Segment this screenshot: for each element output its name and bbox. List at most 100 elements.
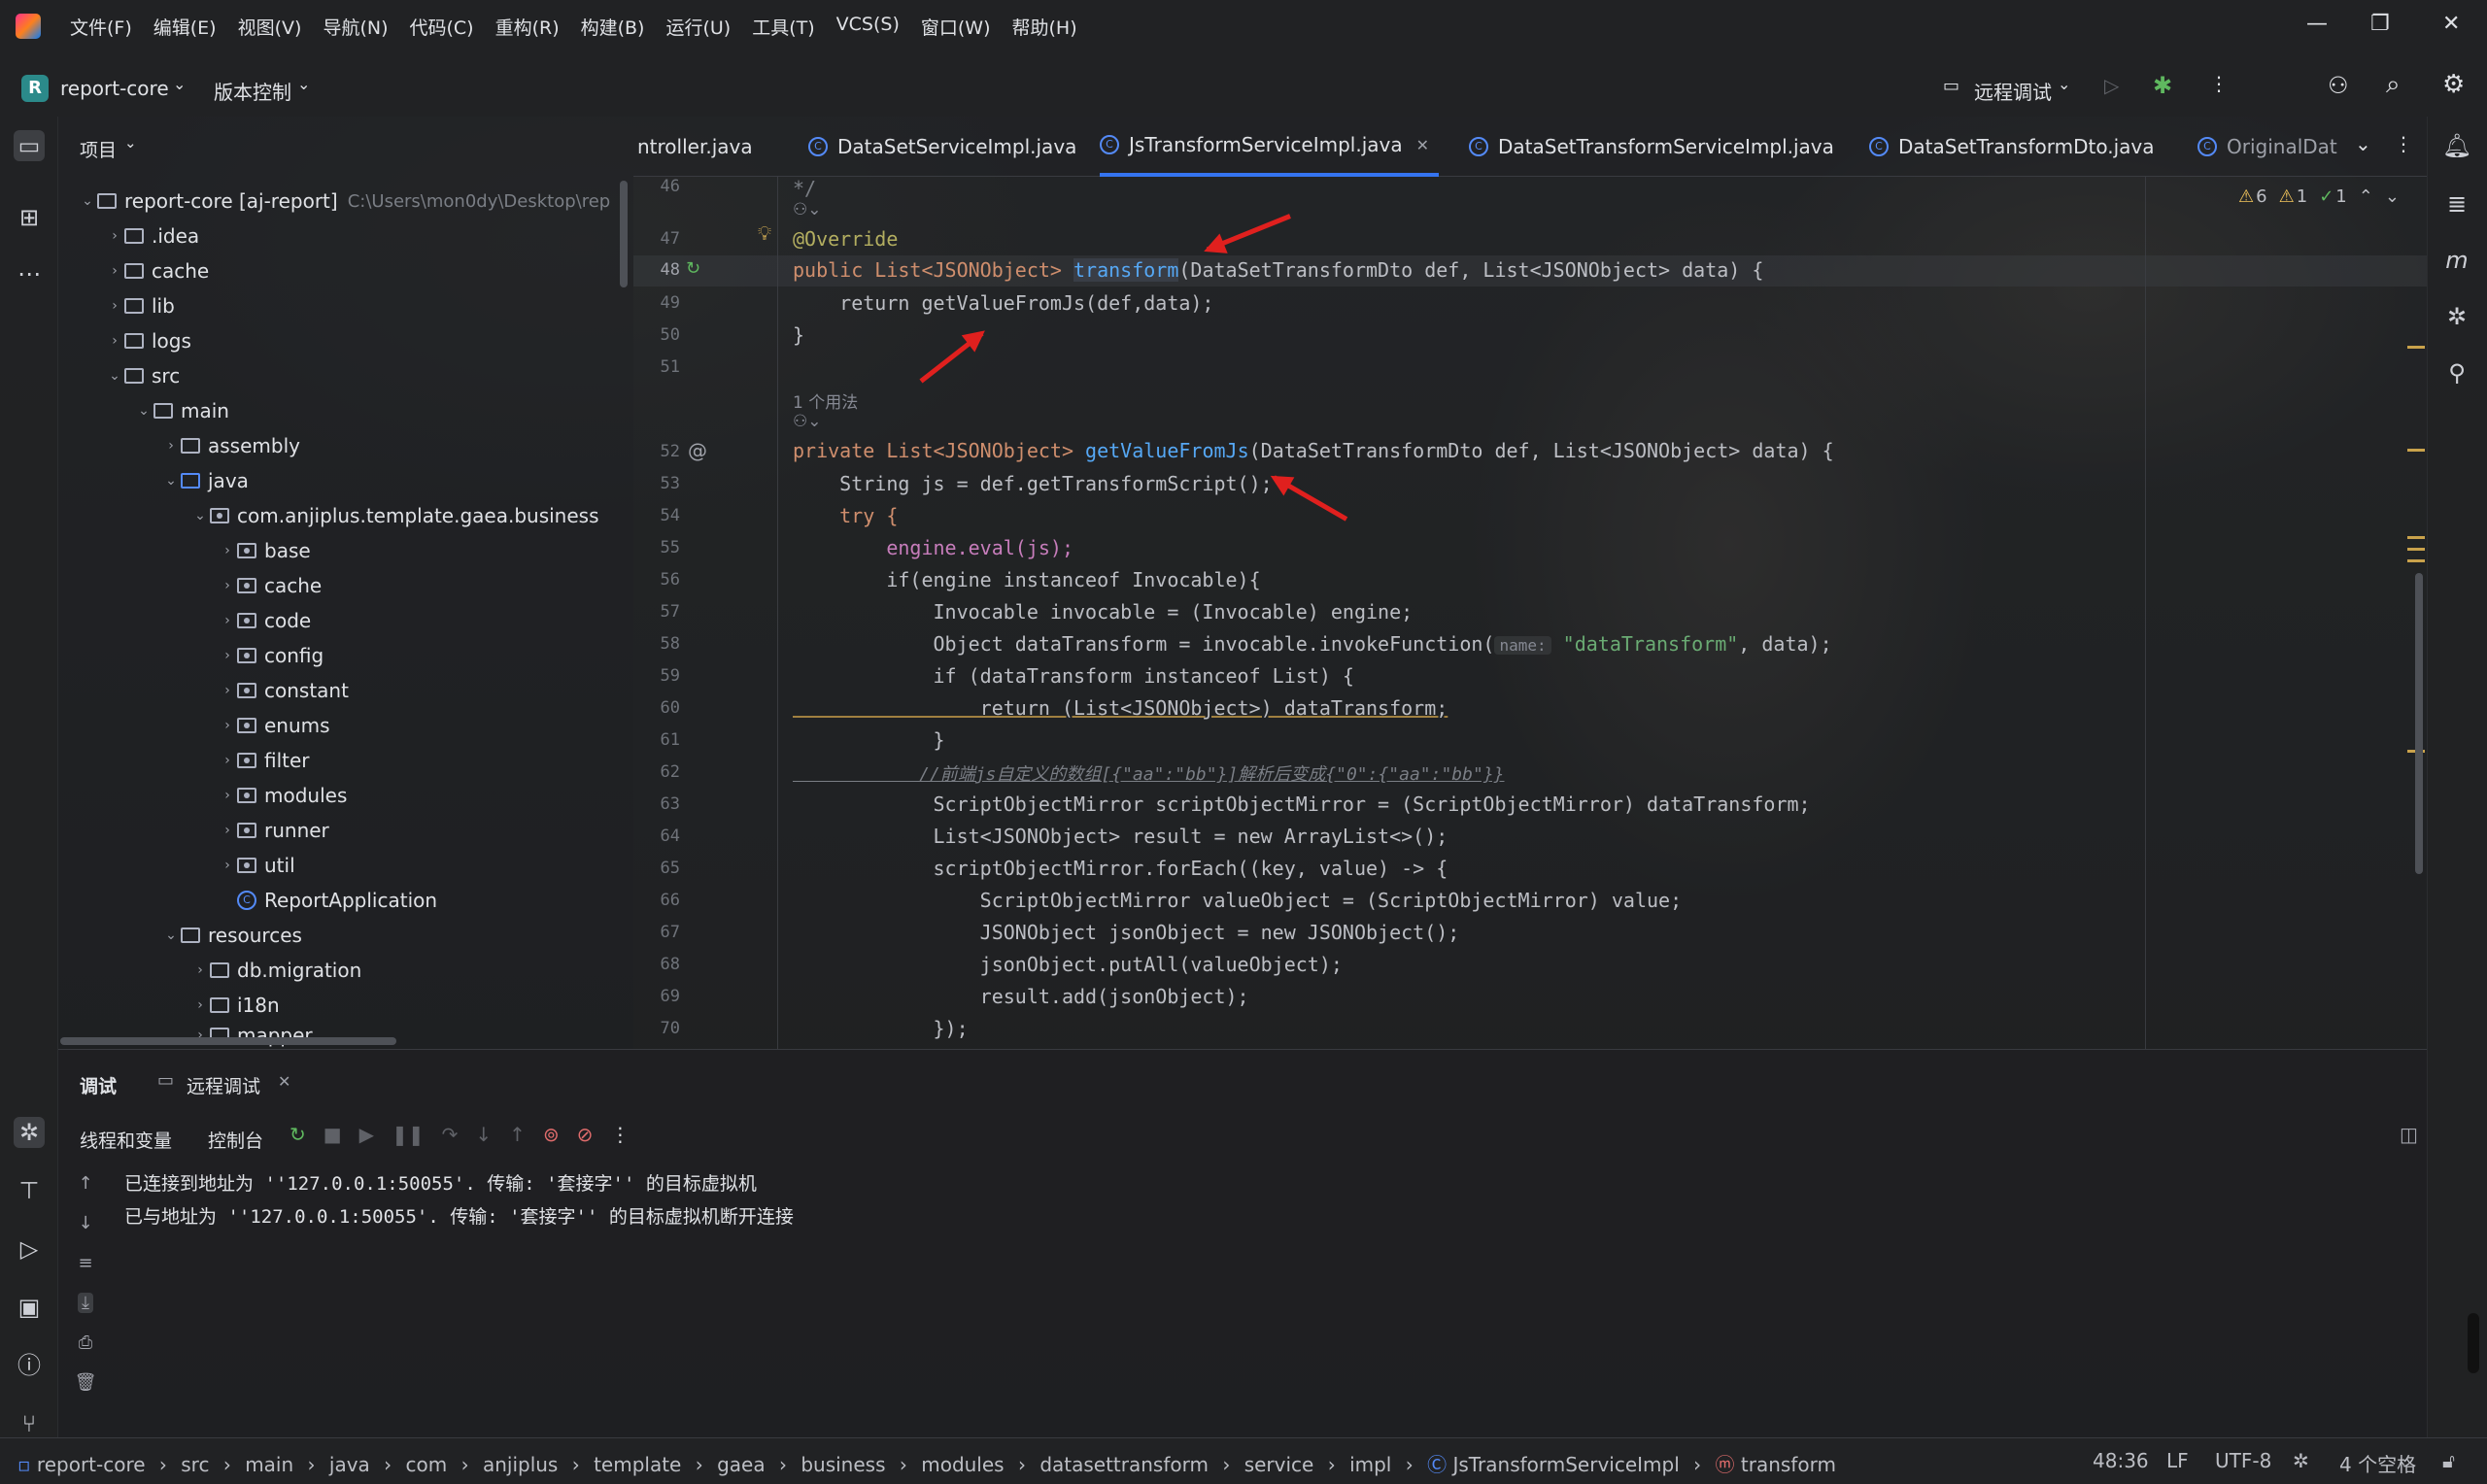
problems-tool-icon[interactable]: ⓘ <box>14 1350 45 1381</box>
hierarchy-icon[interactable]: ⚲ <box>2441 357 2472 388</box>
tree-root[interactable]: ⌄ report-core [aj-report] C:\Users\mon0d… <box>78 184 610 219</box>
tree-item-assembly[interactable]: › assembly <box>161 428 300 463</box>
tree-item-lib[interactable]: › lib <box>105 288 175 323</box>
file-encoding[interactable]: UTF-8 <box>2215 1449 2271 1472</box>
tabs-dropdown-icon[interactable]: ⌄ <box>2355 132 2371 155</box>
tree-item-package[interactable]: ⌄ com.anjiplus.template.gaea.business <box>190 498 598 533</box>
override-gutter-icon[interactable]: ↻ <box>686 258 700 279</box>
tab-controller[interactable]: ntroller.java <box>637 117 753 177</box>
tree-item-config[interactable]: › config <box>218 638 324 673</box>
chevron-down-icon[interactable]: ⌄ <box>2385 186 2400 207</box>
menu-refactor[interactable]: 重构(R) <box>495 14 560 40</box>
tab-datasetserviceimpl[interactable]: C DataSetServiceImpl.java <box>808 117 1076 177</box>
breadcrumb-item[interactable]: main <box>245 1453 293 1476</box>
git-tool-icon[interactable]: ⑂ <box>14 1408 45 1439</box>
step-over-icon[interactable]: ↷ <box>442 1123 459 1146</box>
down-arrow-icon[interactable]: ↓ <box>78 1213 92 1233</box>
breadcrumb-item[interactable]: src <box>181 1453 209 1476</box>
menu-build[interactable]: 构建(B) <box>581 14 645 40</box>
terminal-tool-icon[interactable]: ▣ <box>14 1292 45 1323</box>
maven-icon[interactable]: m <box>2441 245 2472 276</box>
usages-inlay[interactable]: 1 个用法 <box>793 388 858 413</box>
error-stripe-mark[interactable] <box>2407 449 2425 452</box>
menu-run[interactable]: 运行(U) <box>665 14 731 40</box>
close-window-icon[interactable]: ✕ <box>2442 12 2460 36</box>
layout-icon[interactable]: ◫ <box>2400 1123 2418 1146</box>
tree-item-constant[interactable]: › constant <box>218 673 349 708</box>
breadcrumb-item[interactable]: datasettransform <box>1039 1453 1209 1476</box>
mute-breakpoints-icon[interactable]: ⊘ <box>577 1123 594 1146</box>
pause-icon[interactable]: ❚❚ <box>392 1123 425 1146</box>
breadcrumb-item[interactable]: gaea <box>717 1453 766 1476</box>
tab-console[interactable]: 控制台 <box>208 1127 263 1153</box>
tree-item-logs[interactable]: › logs <box>105 323 191 358</box>
stop-icon[interactable]: ■ <box>324 1123 342 1146</box>
plugin-icon[interactable]: ✲ <box>2441 301 2472 332</box>
horizontal-scrollbar[interactable] <box>60 1037 396 1045</box>
tab-datasettransformdto[interactable]: C DataSetTransformDto.java <box>1869 117 2154 177</box>
chevron-up-icon[interactable]: ⌃ <box>2359 186 2373 207</box>
menu-vcs[interactable]: VCS(S) <box>836 14 900 40</box>
error-stripe-mark[interactable] <box>2407 346 2425 349</box>
lightbulb-icon[interactable]: 💡︎ <box>758 221 771 245</box>
breadcrumb-item[interactable]: com <box>406 1453 448 1476</box>
database-icon[interactable]: ≣ <box>2441 188 2472 219</box>
method-name-transform[interactable]: transform <box>1073 258 1179 282</box>
plugin-status-icon[interactable]: ✲ <box>2293 1449 2309 1472</box>
menu-help[interactable]: 帮助(H) <box>1012 14 1077 40</box>
tree-item-runner[interactable]: › runner <box>218 813 329 848</box>
breadcrumb-item[interactable]: modules <box>921 1453 1004 1476</box>
more-tools-icon[interactable]: ⋯ <box>14 258 45 289</box>
indent-setting[interactable]: 4 个空格 <box>2339 1449 2416 1477</box>
clear-icon[interactable]: 🗑︎ <box>75 1372 97 1393</box>
settings-icon[interactable]: ⚙ <box>2442 70 2465 99</box>
tree-item-modules[interactable]: › modules <box>218 778 347 813</box>
tree-item-main[interactable]: ⌄ main <box>134 393 229 428</box>
scroll-to-end-icon[interactable]: ⤓ <box>78 1293 93 1313</box>
project-panel-title[interactable]: 项目 <box>80 136 117 162</box>
tree-item-cache[interactable]: › cache <box>105 253 209 288</box>
tab-datasettransformserviceimpl[interactable]: C DataSetTransformServiceImpl.java <box>1469 117 1834 177</box>
breadcrumb-item[interactable]: java <box>329 1453 370 1476</box>
notifications-icon[interactable]: 🔔︎ <box>2441 130 2472 161</box>
menu-file[interactable]: 文件(F) <box>70 14 132 40</box>
error-stripe-mark[interactable] <box>2407 536 2425 539</box>
breadcrumb-item[interactable]: JsTransformServiceImpl <box>1452 1453 1679 1476</box>
menu-edit[interactable]: 编辑(E) <box>153 14 217 40</box>
more-icon[interactable]: ⋮ <box>610 1123 630 1146</box>
readonly-toggle-icon[interactable]: 🔓︎ <box>2442 1449 2455 1472</box>
error-stripe-mark[interactable] <box>2407 559 2425 562</box>
tree-item-i18n[interactable]: › i18n <box>190 988 280 1023</box>
line-separator[interactable]: LF <box>2166 1449 2189 1472</box>
debug-icon[interactable]: ✱ <box>2153 72 2172 99</box>
soft-wrap-icon[interactable]: ≡ <box>78 1253 92 1273</box>
tabs-more-icon[interactable]: ⋮ <box>2394 132 2413 155</box>
step-out-icon[interactable]: ↑ <box>509 1123 526 1146</box>
tree-item-code[interactable]: › code <box>218 603 311 638</box>
editor-scrollbar[interactable] <box>2415 573 2423 874</box>
services-tool-icon[interactable]: ▷ <box>14 1233 45 1265</box>
print-icon[interactable]: ⎙ <box>79 1332 92 1353</box>
search-icon[interactable]: ⌕ <box>2386 70 2401 100</box>
view-breakpoints-icon[interactable]: ⊚ <box>543 1123 560 1146</box>
structure-tool-icon[interactable]: ⊞ <box>14 202 45 233</box>
breadcrumb-item[interactable]: business <box>801 1453 885 1476</box>
project-selector[interactable]: report-core <box>60 77 169 100</box>
step-into-icon[interactable]: ↓ <box>475 1123 492 1146</box>
menu-code[interactable]: 代码(C) <box>409 14 473 40</box>
breadcrumb-item[interactable]: service <box>1244 1453 1314 1476</box>
tree-item-src[interactable]: ⌄ src <box>105 358 180 393</box>
tree-item-base[interactable]: › base <box>218 533 311 568</box>
caret-position[interactable]: 48:36 <box>2093 1449 2149 1472</box>
tree-item-idea[interactable]: › .idea <box>105 219 199 253</box>
tree-item-java[interactable]: ⌄ java <box>161 463 249 498</box>
vcs-menu[interactable]: 版本控制 <box>214 77 291 105</box>
run-icon[interactable]: ▷ <box>2104 74 2119 97</box>
tree-item-reportapplication[interactable]: C ReportApplication <box>237 883 437 918</box>
tab-threads-variables[interactable]: 线程和变量 <box>80 1127 172 1153</box>
rerun-icon[interactable]: ↻ <box>290 1123 306 1146</box>
close-tab-icon[interactable]: ✕ <box>1416 136 1429 154</box>
tree-item-enums[interactable]: › enums <box>218 708 329 743</box>
error-stripe-mark[interactable] <box>2407 548 2425 551</box>
breadcrumb-item[interactable]: report-core <box>37 1453 146 1476</box>
